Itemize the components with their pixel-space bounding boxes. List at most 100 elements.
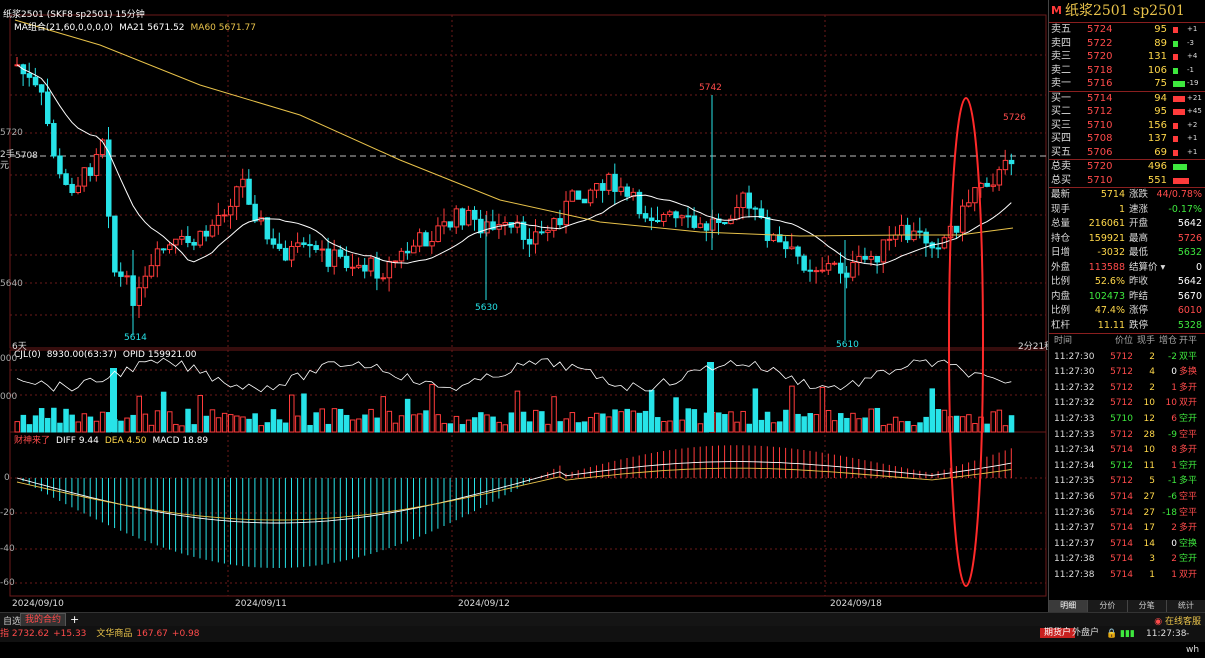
candle-body xyxy=(825,263,832,271)
quote-value: 5670 xyxy=(1177,290,1202,302)
macd-legend-item: DEA 4.50 xyxy=(104,436,147,446)
ma-legend-item: MA组合(21,60,0,0,0,0) xyxy=(14,23,114,33)
tick-row[interactable]: 11:27:32 5712 10 10 双开 xyxy=(1049,396,1205,412)
volume-bar xyxy=(264,422,271,433)
tick-row[interactable]: 11:27:38 5714 3 2 空开 xyxy=(1049,552,1205,568)
quote-value: 11.11 xyxy=(1097,319,1125,331)
lock-icon[interactable]: 🔒 xyxy=(1106,626,1117,642)
level-change: -19 xyxy=(1187,79,1199,87)
ask-row[interactable]: 卖五 5724 95 +1 xyxy=(1049,23,1205,37)
change-bar xyxy=(1173,136,1178,142)
candle-body xyxy=(160,248,167,251)
tick-row[interactable]: 11:27:32 5712 2 1 多开 xyxy=(1049,381,1205,397)
volume-bar xyxy=(423,410,429,433)
tick-row[interactable]: 11:27:36 5714 27 -18 空平 xyxy=(1049,506,1205,522)
volume-bar xyxy=(99,411,106,433)
volume-bar xyxy=(203,415,210,433)
tick-row[interactable]: 11:27:35 5712 5 -1 多平 xyxy=(1049,474,1205,490)
volume-bar xyxy=(813,414,820,433)
candle-body xyxy=(93,154,100,176)
tick-type: 双开 xyxy=(1179,398,1198,409)
volume-bar xyxy=(697,423,704,433)
external-account-button[interactable]: 外盘户 xyxy=(1068,627,1103,640)
tick-row[interactable]: 11:27:37 5714 14 0 空换 xyxy=(1049,537,1205,553)
volume-bar xyxy=(990,411,996,433)
open-interest-line xyxy=(16,357,1012,393)
bid-row[interactable]: 买四 5708 137 +1 xyxy=(1049,132,1205,146)
kline-chart-svg[interactable] xyxy=(0,0,1048,612)
candle-body xyxy=(368,257,374,272)
tick-oi-change: -6 xyxy=(1168,491,1177,502)
volume-bar xyxy=(87,416,94,433)
volume-bar xyxy=(819,386,826,433)
tab-trades[interactable]: 分笔 xyxy=(1128,600,1167,612)
level-change: +21 xyxy=(1187,93,1202,102)
macd-legend-item: DIFF 9.44 xyxy=(56,436,99,446)
candle-body xyxy=(282,247,289,261)
volume-bar xyxy=(453,415,460,433)
tick-row[interactable]: 11:27:36 5714 27 -6 空平 xyxy=(1049,490,1205,506)
level-label: 卖一 xyxy=(1051,78,1071,89)
volume-bar xyxy=(240,416,246,433)
external-account-label: 外盘户 xyxy=(1072,628,1100,638)
quote-value: 1 xyxy=(1118,203,1125,215)
tick-row[interactable]: 11:27:38 5714 1 1 双开 xyxy=(1049,568,1205,584)
tab-price[interactable]: 分价 xyxy=(1088,600,1128,612)
candle-body xyxy=(1008,159,1015,165)
add-tab-button[interactable]: + xyxy=(70,613,79,626)
diff-line xyxy=(16,461,1012,524)
volume-bar xyxy=(209,409,216,433)
total-volume: 496 xyxy=(1147,161,1167,172)
level-change: -1 xyxy=(1187,65,1194,74)
bid-row[interactable]: 买二 5712 95 +45 xyxy=(1049,105,1205,119)
candle-body xyxy=(697,223,704,228)
ask-row[interactable]: 卖二 5718 106 -1 xyxy=(1049,64,1205,78)
volume-bar xyxy=(972,423,978,433)
volume-bar xyxy=(1008,415,1015,433)
tick-row[interactable]: 11:27:37 5714 17 2 多开 xyxy=(1049,521,1205,537)
candle-body xyxy=(124,275,130,278)
volume-bar xyxy=(484,414,490,433)
ticks-list[interactable]: 11:27:30 5712 2 -2 双平 11:27:30 5712 4 0 多换 11:27:3… xyxy=(1049,350,1205,584)
volume-bar xyxy=(252,413,258,433)
candle-body xyxy=(740,192,746,209)
quote-row: 内盘 102473 昨结 5670 xyxy=(1049,290,1205,305)
ask-row[interactable]: 卖一 5716 75 -19 xyxy=(1049,77,1205,91)
bid-row[interactable]: 买三 5710 156 +2 xyxy=(1049,119,1205,133)
ask-row[interactable]: 卖三 5720 131 +4 xyxy=(1049,50,1205,64)
candle-body xyxy=(203,230,210,237)
volume-bar xyxy=(362,414,368,433)
level-price: 5706 xyxy=(1087,146,1113,158)
candle-body xyxy=(319,248,325,251)
tick-row[interactable]: 11:27:30 5712 4 0 多换 xyxy=(1049,365,1205,381)
kline-chart-area[interactable]: 纸浆2501 (SKF8 sp2501) 15分钟 MA组合(21,60,0,0… xyxy=(0,0,1053,612)
tick-time: 11:27:36 xyxy=(1054,491,1095,502)
candle-body xyxy=(801,255,807,271)
tick-row[interactable]: 11:27:34 5712 11 1 空开 xyxy=(1049,459,1205,475)
bid-row[interactable]: 买一 5714 94 +21 xyxy=(1049,92,1205,106)
tick-row[interactable]: 11:27:30 5712 2 -2 双平 xyxy=(1049,350,1205,366)
volume-bar xyxy=(728,411,734,433)
volume-bar xyxy=(173,423,179,433)
tick-price: 5714 xyxy=(1110,507,1133,518)
tick-row[interactable]: 11:27:33 5712 28 -9 空平 xyxy=(1049,428,1205,444)
ask-row[interactable]: 卖四 5722 89 -3 xyxy=(1049,37,1205,51)
candle-body xyxy=(447,221,454,228)
macd-axis-label: 0 xyxy=(4,473,10,483)
macd-legend: 财神来了 DIFF 9.44 DEA 4.50 MACD 18.89 xyxy=(14,433,214,446)
bid-row[interactable]: 买五 5706 69 +1 xyxy=(1049,146,1205,160)
tab-stats[interactable]: 统计 xyxy=(1167,600,1205,612)
tick-row[interactable]: 11:27:33 5710 12 6 空开 xyxy=(1049,412,1205,428)
candle-body xyxy=(472,209,478,220)
candle-body xyxy=(935,247,942,250)
volume-bar xyxy=(319,408,325,433)
tab-detail[interactable]: 明细 xyxy=(1049,600,1089,612)
level-label: 卖四 xyxy=(1051,37,1071,49)
tick-row[interactable]: 11:27:34 5714 10 8 多开 xyxy=(1049,443,1205,459)
candle-body xyxy=(325,248,332,267)
candle-body xyxy=(148,265,155,277)
contract-title[interactable]: M 纸浆2501 sp2501 xyxy=(1049,0,1205,22)
quote-value: 102473 xyxy=(1088,290,1125,302)
macd-legend-item: 财神来了 xyxy=(14,436,51,446)
quote-row: 现手 1 速涨 -0.17% xyxy=(1049,203,1205,218)
